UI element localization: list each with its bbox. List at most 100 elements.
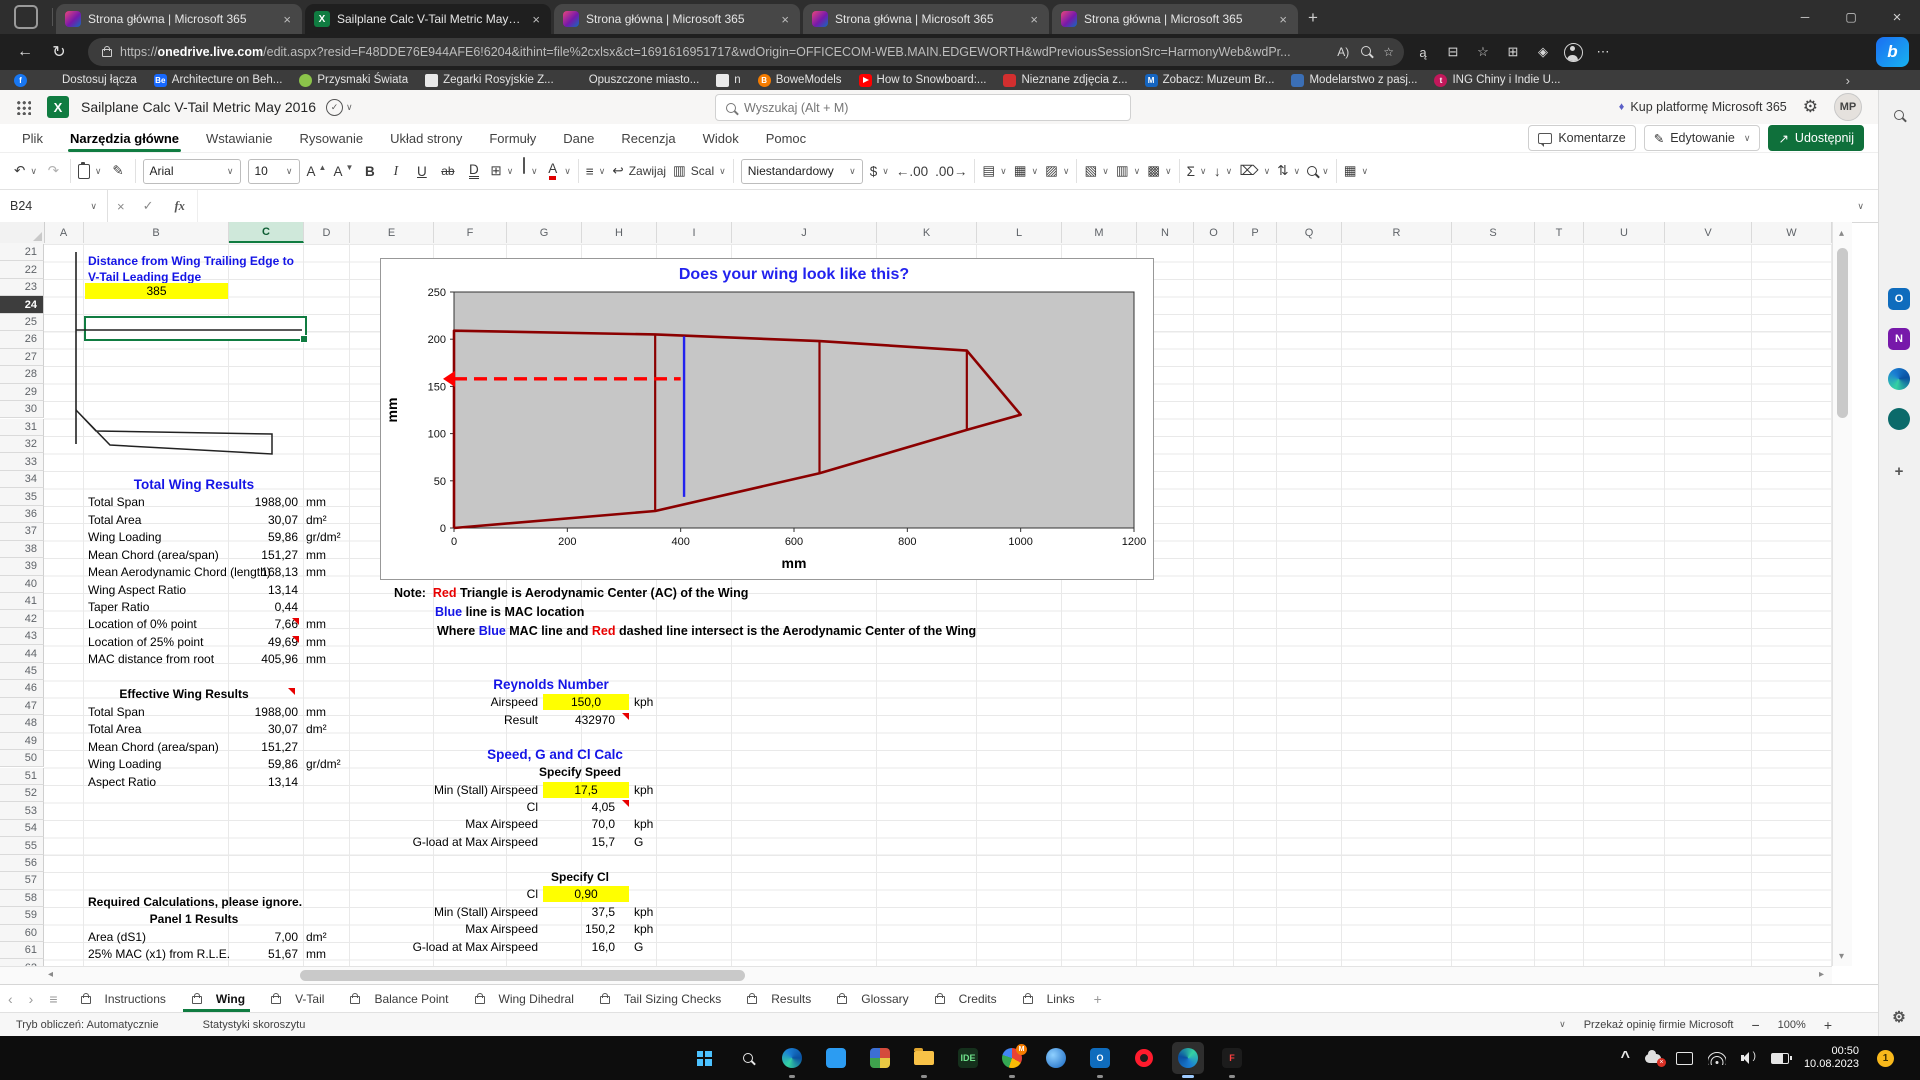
ribbon-tab-wstawianie[interactable]: Wstawianie [206,124,272,152]
cell-text[interactable]: Location of 0% point [88,616,197,632]
browser-tab[interactable]: Strona główna | Microsoft 365× [1052,4,1298,34]
cell-text[interactable]: G-load at Max Airspeed [350,939,538,955]
cell-text[interactable]: Location of 25% point [88,634,203,650]
bookmark-item[interactable]: f [14,74,27,87]
column-header-P[interactable]: P [1234,222,1277,243]
sort-filter-button[interactable]: ⇅∨ [1277,159,1300,184]
row-header-40[interactable]: 40 [0,576,44,593]
status-chevron-icon[interactable]: ∨ [1559,1019,1566,1030]
row-header-43[interactable]: 43 [0,628,44,645]
profile-avatar-icon[interactable] [1558,37,1588,67]
row-header-60[interactable]: 60 [0,925,44,942]
autosum-button[interactable]: Σ∨ [1187,159,1207,184]
column-header-B[interactable]: B [84,222,229,243]
read-aloud-icon[interactable]: A) [1337,45,1349,59]
search-sidebar-icon[interactable] [1361,45,1371,59]
bookmark-item[interactable]: Modelarstwo z pasj... [1291,74,1417,87]
input-cell-vtail-distance[interactable]: 385 [85,283,228,299]
ribbon-tab-pomoc[interactable]: Pomoc [766,124,806,152]
cell-unit[interactable]: G [634,939,643,955]
ribbon-tab-recenzja[interactable]: Recenzja [621,124,675,152]
cell-unit[interactable]: kph [634,694,653,710]
cell-text[interactable]: Min (Stall) Airspeed [350,904,538,920]
maximize-button[interactable]: ▢ [1828,0,1874,34]
cell-value[interactable]: 151,27 [198,547,298,563]
buy-microsoft365-button[interactable]: ♦ Kup platformę Microsoft 365 [1619,100,1787,114]
settings-gear-icon[interactable]: ⚙ [1803,97,1818,117]
clock[interactable]: 00:50 10.08.2023 [1804,1045,1859,1071]
row-header-48[interactable]: 48 [0,715,44,732]
favorites-bar-icon[interactable]: ☆ [1468,37,1498,67]
scroll-down-icon[interactable]: ▾ [1839,951,1844,962]
borders-button[interactable]: ⊞∨ [490,159,513,184]
cell-unit[interactable]: dm² [306,721,327,737]
outlook-app[interactable]: O [1084,1042,1116,1074]
share-button[interactable]: ↗ Udostępnij [1768,125,1864,151]
document-title[interactable]: Sailplane Calc V-Tail Metric May 2016 [81,99,316,115]
horizontal-scrollbar[interactable]: ◂ ▸ [0,966,1832,984]
sheet-tab-credits[interactable]: Credits [920,985,1008,1012]
rewards-icon[interactable]: ◈ [1528,37,1558,67]
cell-value[interactable]: 15,7 [529,834,615,850]
row-header-36[interactable]: 36 [0,506,44,523]
editing-mode-button[interactable]: ✎ Edytowanie ∨ [1644,125,1761,151]
cell-unit[interactable]: mm [306,564,326,580]
account-avatar[interactable]: MP [1834,93,1862,121]
feedback-button[interactable]: Przekaż opinię firmie Microsoft [1584,1019,1734,1031]
add-favorite-icon[interactable]: ☆ [1383,45,1394,59]
row-header-22[interactable]: 22 [0,261,44,278]
cell-value[interactable]: 0,44 [198,599,298,615]
row-header-56[interactable]: 56 [0,855,44,872]
merge-button[interactable]: ▥Scal∨ [673,159,726,184]
row-header-58[interactable]: 58 [0,890,44,907]
column-header-N[interactable]: N [1137,222,1194,243]
row-header-59[interactable]: 59 [0,907,44,924]
column-header-W[interactable]: W [1752,222,1832,243]
enter-icon[interactable]: ✓ [143,198,154,214]
ribbon-tab-rysowanie[interactable]: Rysowanie [300,124,364,152]
sheet-tab-results[interactable]: Results [732,985,822,1012]
sheet-tab-v-tail[interactable]: V-Tail [256,985,335,1012]
row-header-28[interactable]: 28 [0,366,44,383]
bookmark-item[interactable]: tING Chiny i Indie U... [1434,74,1560,87]
scroll-right-icon[interactable]: ▸ [1819,969,1824,980]
cell-unit[interactable]: dm² [306,512,327,528]
section-title-panel1[interactable]: Panel 1 Results [84,911,304,927]
edge-icon[interactable] [1888,368,1910,390]
cell-text[interactable]: Max Airspeed [350,816,538,832]
app-launcher-icon[interactable] [16,100,31,115]
number-format-select[interactable]: Niestandardowy∨ [741,159,863,184]
bookmark-item[interactable]: BeArchitecture on Beh... [154,74,283,87]
row-header-23[interactable]: 23 [0,279,44,296]
cell-value[interactable]: 70,0 [529,816,615,832]
row-header-53[interactable]: 53 [0,802,44,819]
cell-text[interactable]: Wing Loading [88,529,161,545]
grow-font-button[interactable]: A▲ [307,159,327,184]
cell-value[interactable]: 7,66 [198,616,298,632]
formula-bar-expand-icon[interactable]: ∨ [1857,201,1864,212]
cell-value[interactable]: 13,14 [198,582,298,598]
input-cell-min-stall-airspeed[interactable]: 17,5 [543,782,629,798]
tab-actions-icon[interactable] [14,5,38,29]
onedrive-error-icon[interactable]: × [1645,1054,1661,1063]
row-header-54[interactable]: 54 [0,820,44,837]
cell-unit[interactable]: gr/dm² [306,756,341,772]
row-header-41[interactable]: 41 [0,593,44,610]
calc-mode-button[interactable]: Tryb obliczeń: Automatycznie [16,1019,159,1031]
conditional-formatting-button[interactable]: ▤∨ [982,159,1006,184]
cell-text[interactable]: Result [350,712,538,728]
fill-button[interactable]: ↓∨ [1214,159,1233,184]
ribbon-tab-plik[interactable]: Plik [22,124,43,152]
bookmark-item[interactable]: MZobacz: Muzeum Br... [1145,74,1275,87]
split-screen-icon[interactable]: ⊟ [1438,37,1468,67]
row-header-51[interactable]: 51 [0,768,44,785]
row-header-33[interactable]: 33 [0,453,44,470]
shrink-font-button[interactable]: A▼ [333,159,353,184]
add-sheet-button[interactable]: + [1094,991,1102,1007]
column-header-R[interactable]: R [1342,222,1452,243]
bookmark-item[interactable]: Zegarki Rosyjskie Z... [425,74,554,87]
column-header-T[interactable]: T [1535,222,1584,243]
decrease-decimal-button[interactable]: .00→ [935,159,967,184]
cell-value[interactable]: 405,96 [198,651,298,667]
opera-app[interactable] [1128,1042,1160,1074]
